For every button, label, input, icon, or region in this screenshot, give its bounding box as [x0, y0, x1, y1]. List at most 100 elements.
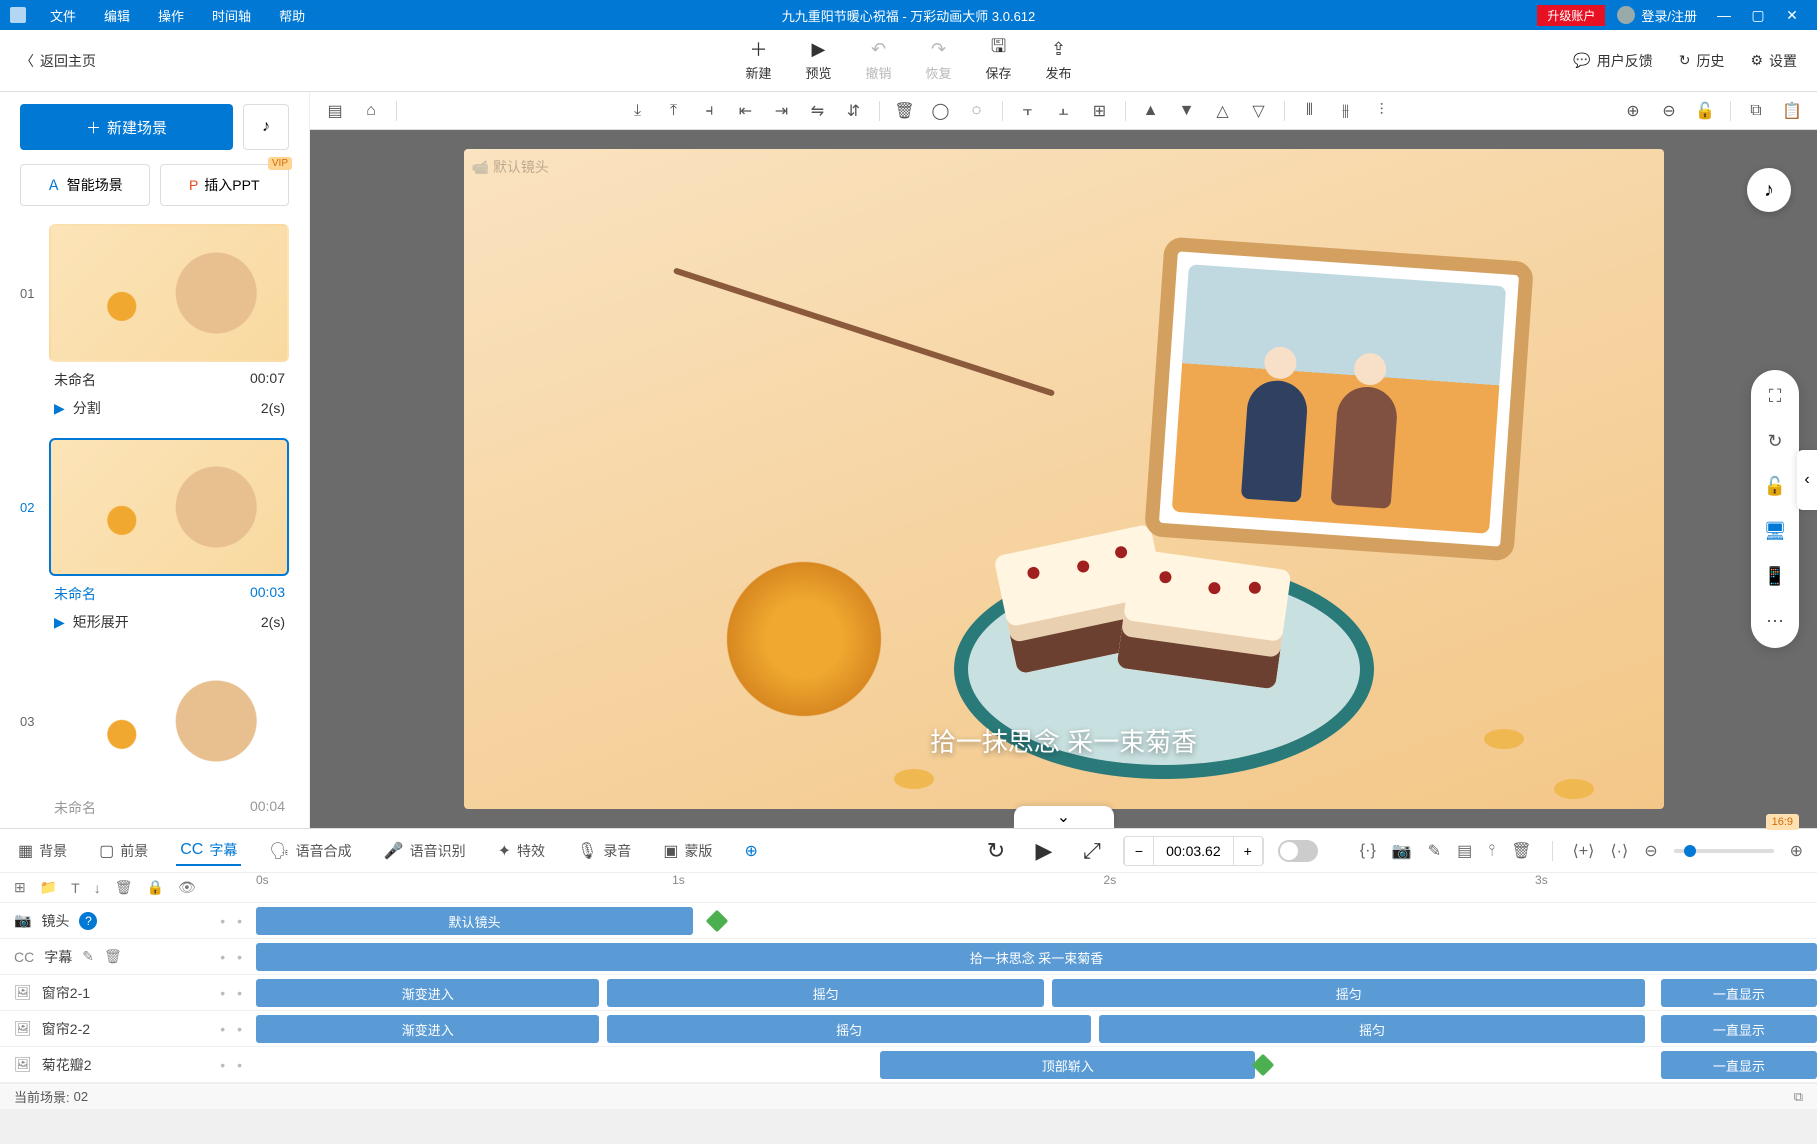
rotate-icon[interactable]: ↻ — [1767, 431, 1782, 452]
scene-thumbnail[interactable] — [49, 224, 289, 362]
preview-button[interactable]: ▶预览 — [805, 39, 831, 82]
time-decrease[interactable]: − — [1124, 837, 1154, 865]
lock-icon[interactable]: 🔒 — [147, 879, 164, 896]
help-icon[interactable]: ? — [79, 912, 97, 930]
copy-icon[interactable]: ⧉ — [1794, 1089, 1803, 1105]
lock-icon[interactable]: 🔓 — [1690, 96, 1720, 126]
zoom-out-icon[interactable]: ⊖ — [1654, 96, 1684, 126]
clip[interactable]: 拾一抹思念 采一束菊香 — [256, 943, 1817, 971]
menu-file[interactable]: 文件 — [36, 6, 90, 25]
align-vcenter-icon[interactable]: ⫞ — [695, 96, 725, 126]
maximize-button[interactable]: ▢ — [1743, 7, 1773, 24]
edit-icon[interactable]: ✎ — [82, 948, 94, 965]
clip[interactable]: 默认镜头 — [256, 907, 693, 935]
dot-icon[interactable]: • — [237, 1021, 242, 1037]
zoom-out-icon[interactable]: ⊖ — [1644, 841, 1657, 861]
marker-in-icon[interactable]: ⟨+⟩ — [1573, 841, 1595, 861]
more-icon[interactable]: ⋯ — [1766, 611, 1784, 632]
expand-right-panel[interactable]: ‹ — [1797, 450, 1817, 510]
home-icon[interactable]: ⌂ — [356, 96, 386, 126]
distribute-v-icon[interactable]: ⫠ — [1049, 96, 1079, 126]
add-track-icon[interactable]: ⊞ — [14, 879, 26, 896]
keyframe[interactable] — [705, 910, 728, 933]
zoom-in-icon[interactable]: ⊕ — [1618, 96, 1648, 126]
login-button[interactable]: 登录/注册 — [1609, 6, 1705, 25]
clip[interactable]: 一直显示 — [1661, 1015, 1817, 1043]
expand-button[interactable]: ⤢ — [1075, 834, 1109, 868]
tab-background[interactable]: ▦背景 — [14, 837, 71, 865]
down-icon[interactable]: ↓ — [94, 880, 101, 896]
clip[interactable]: 摇匀 — [607, 1015, 1091, 1043]
keyframe[interactable] — [1252, 1054, 1275, 1077]
layout-icon[interactable]: ▤ — [320, 96, 350, 126]
flip-v-icon[interactable]: ⇵ — [839, 96, 869, 126]
spacing2-icon[interactable]: ⫵ — [1331, 96, 1361, 126]
play-icon[interactable]: ▶ — [54, 400, 65, 417]
tab-asr[interactable]: 🎤语音识别 — [380, 837, 470, 865]
filter-icon[interactable]: ⫯ — [1488, 842, 1495, 860]
tab-more[interactable]: ⊕ — [740, 837, 761, 865]
spacing3-icon[interactable]: ⫶ — [1367, 96, 1397, 126]
canvas-stage[interactable]: 📹默认镜头 拾一抹思念 采一束菊香 — [464, 149, 1664, 809]
close-button[interactable]: ✕ — [1777, 7, 1807, 24]
dot-icon[interactable]: • — [220, 985, 225, 1001]
undo-button[interactable]: ↶撤销 — [865, 39, 891, 82]
smart-scene-button[interactable]: Ａ智能场景 — [20, 164, 150, 206]
desktop-icon[interactable]: 🖥 — [1764, 521, 1787, 542]
trash-icon[interactable]: 🗑 — [104, 948, 122, 965]
play-icon[interactable]: ▶ — [54, 614, 65, 631]
backward-icon[interactable]: ▽ — [1244, 96, 1274, 126]
redo-button[interactable]: ↷恢复 — [926, 39, 952, 82]
forward-icon[interactable]: △ — [1208, 96, 1238, 126]
play-button[interactable]: ▶ — [1027, 834, 1061, 868]
unlock-icon[interactable]: 🔓 — [1764, 476, 1786, 497]
settings-button[interactable]: ⚙设置 — [1750, 51, 1797, 71]
copy-icon[interactable]: ⧉ — [1741, 96, 1771, 126]
marker-out-icon[interactable]: ⟨·⟩ — [1610, 841, 1628, 861]
mobile-icon[interactable]: 📱 — [1764, 566, 1786, 587]
new-button[interactable]: ＋新建 — [745, 39, 771, 82]
scene-item-3[interactable]: 03 未命名00:04 — [20, 652, 289, 822]
align-top-icon[interactable]: ⤒ — [659, 96, 689, 126]
clip[interactable]: 一直显示 — [1661, 1051, 1817, 1079]
distribute-h-icon[interactable]: ⫟ — [1013, 96, 1043, 126]
tab-tts[interactable]: 🗣语音合成 — [265, 837, 355, 865]
history-button[interactable]: ↻历史 — [1679, 51, 1725, 71]
clip[interactable]: 摇匀 — [1052, 979, 1645, 1007]
collapse-canvas[interactable]: ⌄ — [1014, 806, 1114, 828]
clip[interactable]: 摇匀 — [1099, 1015, 1645, 1043]
dot-icon[interactable]: • — [220, 913, 225, 929]
zoom-in-icon[interactable]: ⊕ — [1790, 841, 1803, 861]
trash-icon[interactable]: 🗑 — [890, 96, 920, 126]
trash-icon[interactable]: 🗑 — [1511, 841, 1531, 861]
clip[interactable]: 渐变进入 — [256, 979, 599, 1007]
feedback-button[interactable]: 💬用户反馈 — [1573, 51, 1652, 71]
edit-icon[interactable]: ✎ — [1428, 841, 1441, 861]
align-left-icon[interactable]: ⇤ — [731, 96, 761, 126]
eye-icon[interactable]: 👁 — [178, 879, 196, 896]
loop-button[interactable]: ↻ — [979, 834, 1013, 868]
align-bottom-icon[interactable]: ⤓ — [623, 96, 653, 126]
tab-record[interactable]: 🎙录音 — [573, 837, 635, 865]
ungroup-icon[interactable]: ◌ — [962, 96, 992, 126]
scene-item-2[interactable]: 02 未命名00:03 ▶矩形展开2(s) — [20, 438, 289, 640]
flip-h-icon[interactable]: ⇋ — [803, 96, 833, 126]
camera-icon[interactable]: 📷 — [1392, 841, 1412, 861]
dot-icon[interactable]: • — [237, 913, 242, 929]
menu-edit[interactable]: 编辑 — [90, 6, 144, 25]
insert-ppt-button[interactable]: P插入PPTVIP — [160, 164, 290, 206]
send-back-icon[interactable]: ▼ — [1172, 96, 1202, 126]
clip[interactable]: 一直显示 — [1661, 979, 1817, 1007]
fit-icon[interactable]: {·} — [1360, 842, 1376, 860]
tab-foreground[interactable]: ▢前景 — [95, 837, 152, 865]
dot-icon[interactable]: • — [220, 949, 225, 965]
folder-icon[interactable]: 📁 — [40, 879, 57, 896]
timeline-ruler[interactable]: 0s 1s 2s 3s — [256, 873, 1797, 902]
aspect-ratio-badge[interactable]: 16:9 — [1766, 814, 1799, 830]
clip[interactable]: 顶部崭入 — [880, 1051, 1255, 1079]
dot-icon[interactable]: • — [220, 1021, 225, 1037]
dot-icon[interactable]: • — [237, 1057, 242, 1073]
music-button[interactable]: ♪ — [243, 104, 289, 150]
align-right-icon[interactable]: ⇥ — [767, 96, 797, 126]
music-fab[interactable]: ♪ — [1747, 168, 1791, 212]
